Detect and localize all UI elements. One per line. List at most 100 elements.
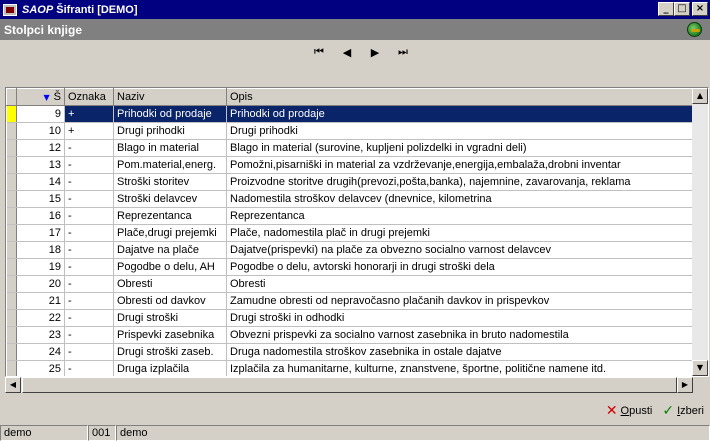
- row-indicator[interactable]: [6, 326, 17, 344]
- table-row[interactable]: 19- Pogodbe o delu, AH Pogodbe o delu, avt…: [6, 258, 694, 276]
- cell-naziv[interactable]: Reprezentanca: [113, 207, 227, 225]
- cell-num[interactable]: 12: [16, 139, 65, 157]
- cell-oznaka[interactable]: -: [64, 360, 114, 376]
- cell-oznaka[interactable]: -: [64, 292, 114, 310]
- cell-opis[interactable]: Drugi prihodki: [226, 122, 694, 140]
- cell-oznaka[interactable]: -: [64, 207, 114, 225]
- row-indicator[interactable]: [6, 275, 17, 293]
- data-grid[interactable]: ▼ Š Oznaka Naziv Opis 9 + Prihodki od proda…: [5, 87, 709, 377]
- scroll-down-icon[interactable]: ▼: [692, 360, 708, 376]
- table-row[interactable]: 17- Plače,drugi prejemki Plače, nadomestil…: [6, 224, 694, 242]
- row-indicator[interactable]: [6, 292, 17, 310]
- cell-opis[interactable]: Izplačila za humanitarne, kulturne, znan…: [226, 360, 694, 376]
- table-row[interactable]: 21- Obresti od davkov Zamudne obresti od n…: [6, 292, 694, 310]
- cell-naziv[interactable]: Drugi prihodki: [113, 122, 227, 140]
- cell-opis[interactable]: Plače, nadomestila plač in drugi prejemk…: [226, 224, 694, 242]
- cell-oznaka[interactable]: -: [64, 309, 114, 327]
- cancel-button[interactable]: ✕ Opusti: [606, 403, 653, 419]
- row-indicator[interactable]: [6, 105, 17, 123]
- cell-naziv[interactable]: Plače,drugi prejemki: [113, 224, 227, 242]
- row-indicator[interactable]: [6, 258, 17, 276]
- column-header-oznaka[interactable]: Oznaka: [64, 88, 114, 106]
- row-indicator[interactable]: [6, 224, 17, 242]
- row-indicator[interactable]: [6, 309, 17, 327]
- cell-oznaka[interactable]: -: [64, 156, 114, 174]
- table-row[interactable]: 20- Obresti Obresti: [6, 275, 694, 293]
- cell-num[interactable]: 23: [16, 326, 65, 344]
- cell-opis[interactable]: Pogodbe o delu, avtorski honorarji in dr…: [226, 258, 694, 276]
- cell-oznaka[interactable]: -: [64, 190, 114, 208]
- cell-naziv[interactable]: Stroški storitev: [113, 173, 227, 191]
- cell-oznaka[interactable]: -: [64, 326, 114, 344]
- table-row[interactable]: 13- Pom.material,energ. Pomožni,pisarniški…: [6, 156, 694, 174]
- table-row[interactable]: 14- Stroški storitev Proizvodne storitve d…: [6, 173, 694, 191]
- table-row[interactable]: 10 + Drugi prihodki Drugi prihodki: [6, 122, 694, 140]
- cell-num[interactable]: 22: [16, 309, 65, 327]
- cell-naziv[interactable]: Blago in material: [113, 139, 227, 157]
- horizontal-scrollbar[interactable]: ◀ ▶: [5, 377, 693, 393]
- vertical-scrollbar[interactable]: ▲ ▼: [692, 88, 708, 376]
- last-record-icon[interactable]: ⏭: [396, 45, 410, 59]
- horizontal-scroll-thumb[interactable]: [22, 377, 677, 393]
- maximize-button[interactable]: □: [674, 2, 690, 16]
- column-header-number[interactable]: ▼ Š: [16, 88, 65, 106]
- cell-oznaka[interactable]: -: [64, 275, 114, 293]
- cell-naziv[interactable]: Prihodki od prodaje: [113, 105, 227, 123]
- cell-oznaka[interactable]: -: [64, 224, 114, 242]
- cell-naziv[interactable]: Stroški delavcev: [113, 190, 227, 208]
- row-indicator[interactable]: [6, 241, 17, 259]
- cell-opis[interactable]: Blago in material (surovine, kupljeni po…: [226, 139, 694, 157]
- cell-opis[interactable]: Nadomestila stroškov delavcev (dnevnice,…: [226, 190, 694, 208]
- cell-opis[interactable]: Reprezentanca: [226, 207, 694, 225]
- row-indicator[interactable]: [6, 343, 17, 361]
- row-indicator[interactable]: [6, 173, 17, 191]
- cell-oznaka[interactable]: -: [64, 258, 114, 276]
- cell-naziv[interactable]: Obresti od davkov: [113, 292, 227, 310]
- cell-oznaka[interactable]: -: [64, 241, 114, 259]
- cell-opis[interactable]: Druga nadomestila stroškov zasebnika in …: [226, 343, 694, 361]
- cell-num[interactable]: 20: [16, 275, 65, 293]
- table-row[interactable]: 22- Drugi stroški Drugi stroški in odhodki: [6, 309, 694, 327]
- minimize-button[interactable]: _: [658, 2, 674, 16]
- column-header-naziv[interactable]: Naziv: [113, 88, 227, 106]
- cell-opis[interactable]: Obvezni prispevki za socialno varnost za…: [226, 326, 694, 344]
- row-indicator[interactable]: [6, 156, 17, 174]
- first-record-icon[interactable]: ⏮: [312, 45, 326, 59]
- cell-num[interactable]: 25: [16, 360, 65, 376]
- cell-num[interactable]: 14: [16, 173, 65, 191]
- cell-num[interactable]: 24: [16, 343, 65, 361]
- table-row[interactable]: 25- Druga izplačila Izplačila za humanitar…: [6, 360, 694, 376]
- row-indicator[interactable]: [6, 122, 17, 140]
- cell-naziv[interactable]: Drugi stroški: [113, 309, 227, 327]
- cell-num[interactable]: 10: [16, 122, 65, 140]
- cell-oznaka[interactable]: -: [64, 139, 114, 157]
- cell-naziv[interactable]: Pom.material,energ.: [113, 156, 227, 174]
- cell-opis[interactable]: Pomožni,pisarniški in material za vzdrže…: [226, 156, 694, 174]
- cell-oznaka[interactable]: -: [64, 343, 114, 361]
- cell-naziv[interactable]: Prispevki zasebnika: [113, 326, 227, 344]
- table-row[interactable]: 16- Reprezentanca Reprezentanca: [6, 207, 694, 225]
- cell-opis[interactable]: Obresti: [226, 275, 694, 293]
- cell-naziv[interactable]: Drugi stroški zaseb.: [113, 343, 227, 361]
- cell-num[interactable]: 16: [16, 207, 65, 225]
- row-indicator[interactable]: [6, 207, 17, 225]
- table-row[interactable]: 23- Prispevki zasebnika Obvezni prispevki …: [6, 326, 694, 344]
- cell-oznaka[interactable]: -: [64, 173, 114, 191]
- cell-num[interactable]: 9: [16, 105, 65, 123]
- next-record-icon[interactable]: ▶: [368, 45, 382, 59]
- row-indicator[interactable]: [6, 360, 17, 376]
- cell-num[interactable]: 13: [16, 156, 65, 174]
- cell-num[interactable]: 21: [16, 292, 65, 310]
- cell-num[interactable]: 19: [16, 258, 65, 276]
- cell-naziv[interactable]: Pogodbe o delu, AH: [113, 258, 227, 276]
- cell-opis[interactable]: Drugi stroški in odhodki: [226, 309, 694, 327]
- scroll-left-icon[interactable]: ◀: [5, 377, 21, 393]
- select-button[interactable]: ✓ Izberi: [662, 403, 704, 419]
- table-row[interactable]: 15- Stroški delavcev Nadomestila stroškov …: [6, 190, 694, 208]
- column-header-opis[interactable]: Opis: [226, 88, 694, 106]
- row-indicator[interactable]: [6, 139, 17, 157]
- cell-oznaka[interactable]: +: [64, 122, 114, 140]
- globe-icon[interactable]: [687, 22, 702, 37]
- cell-oznaka[interactable]: +: [64, 105, 114, 123]
- cell-naziv[interactable]: Dajatve na plače: [113, 241, 227, 259]
